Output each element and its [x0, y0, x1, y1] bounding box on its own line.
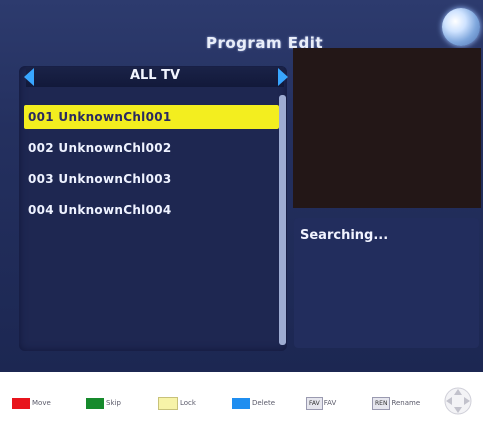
fav-key-icon: FAV: [306, 396, 323, 410]
group-label: ALL TV: [129, 68, 181, 83]
legend-rename: REN Rename: [372, 396, 420, 410]
red-key-icon: [12, 397, 30, 409]
arrow-right-icon[interactable]: [278, 68, 288, 86]
group-selector[interactable]: ALL TV: [26, 67, 284, 87]
info-panel: Searching...: [294, 218, 479, 348]
channel-item[interactable]: 003 UnknownChl003: [24, 167, 279, 191]
legend-skip-label: Skip: [106, 399, 121, 407]
video-preview: [293, 48, 481, 208]
globe-icon: [442, 8, 480, 46]
status-text: Searching...: [300, 228, 389, 243]
yellow-key-icon: [158, 396, 178, 410]
legend-move-label: Move: [32, 399, 51, 407]
channel-item[interactable]: 002 UnknownChl002: [24, 136, 279, 160]
tv-screen: Program Edit ALL TV 001 UnknownChl001 00…: [0, 0, 483, 372]
key-legend-bar: Move Skip Lock Delete FAV FAV REN Rename: [0, 372, 483, 426]
legend-delete-label: Delete: [252, 399, 275, 407]
channel-item[interactable]: 004 UnknownChl004: [24, 198, 279, 222]
legend-lock: Lock: [158, 396, 196, 410]
legend-delete: Delete: [232, 396, 275, 410]
legend-rename-label: Rename: [391, 399, 421, 407]
scroll-thumb[interactable]: [279, 95, 286, 345]
blue-key-icon: [232, 397, 250, 409]
list-scrollbar[interactable]: [279, 95, 286, 345]
arrow-left-icon[interactable]: [24, 68, 34, 86]
channel-item[interactable]: 001 UnknownChl001: [24, 105, 279, 129]
channel-list: 001 UnknownChl001 002 UnknownChl002 003 …: [24, 105, 279, 229]
dpad-icon: [444, 387, 472, 415]
legend-fav-label: FAV: [323, 399, 337, 407]
rename-key-icon: REN: [372, 396, 391, 410]
legend-fav: FAV FAV: [306, 396, 336, 410]
legend-move: Move: [12, 396, 51, 410]
green-key-icon: [86, 397, 104, 409]
legend-lock-label: Lock: [180, 399, 196, 407]
legend-skip: Skip: [86, 396, 121, 410]
